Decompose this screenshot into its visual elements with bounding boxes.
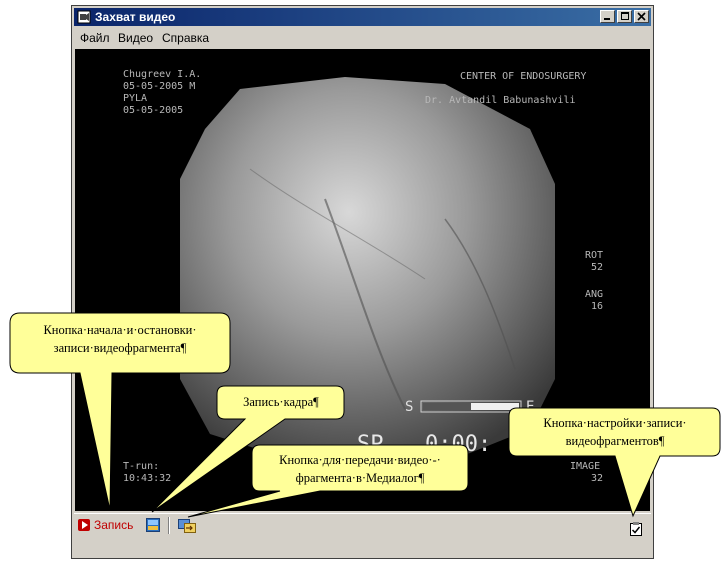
callout-record-text: Кнопка·начала·и·остановки· записи·видеоф… <box>43 323 197 355</box>
record-label: Запись <box>94 518 134 532</box>
window-controls <box>598 10 649 24</box>
minimize-button[interactable] <box>600 10 615 23</box>
overlay-center: CENTER OF ENDOSURGERY <box>460 71 586 82</box>
overlay-site: PYLA <box>123 93 147 104</box>
overlay-rot-label: ROT <box>585 250 603 261</box>
overlay-date: 05-05-2005 <box>123 105 183 116</box>
overlay-trun-value: 10:43:32 <box>123 473 171 484</box>
capture-toolbar: Запись <box>74 513 651 536</box>
toolbar-separator <box>168 517 170 534</box>
record-settings-button[interactable] <box>630 522 642 536</box>
menu-video[interactable]: Видео <box>118 31 153 45</box>
menu-file[interactable]: Файл <box>80 31 110 45</box>
maximize-icon <box>621 12 629 20</box>
maximize-button[interactable] <box>617 10 632 23</box>
snapshot-frame-button[interactable] <box>146 518 160 532</box>
menu-help[interactable]: Справка <box>162 31 209 45</box>
minimize-icon <box>604 18 610 20</box>
overlay-e-label: E <box>526 399 534 415</box>
overlay-rot-value: 52 <box>591 262 603 273</box>
send-to-medialog-button[interactable] <box>178 517 196 533</box>
callout-send-text: Кнопка·для·передачи·видео·-· фрагмента·в… <box>279 453 441 485</box>
callout-frame-text: Запись·кадра¶ <box>243 395 319 409</box>
callout-settings-text: Кнопка·настройки·записи· видеофрагментов… <box>543 416 687 448</box>
overlay-patient-name: Chugreev I.A. <box>123 69 201 80</box>
overlay-trun-label: T-run: <box>123 461 159 472</box>
menu-bar: Файл Видео Справка <box>74 28 651 48</box>
title-bar[interactable]: Захват видео <box>74 8 651 26</box>
window-title: Захват видео <box>95 10 176 24</box>
overlay-ang-value: 16 <box>591 301 603 312</box>
close-button[interactable] <box>634 10 649 23</box>
close-icon <box>637 12 646 21</box>
camera-app-icon <box>77 10 91 24</box>
overlay-doctor: Dr. Avtandil Babunashvili <box>425 95 576 106</box>
overlay-image-value: 32 <box>591 473 603 484</box>
overlay-date-sex: 05-05-2005 M <box>123 81 195 92</box>
record-play-icon <box>78 519 90 531</box>
overlay-ang-label: ANG <box>585 289 603 300</box>
overlay-s-label: S <box>405 399 413 415</box>
overlay-image-label: IMAGE <box>570 461 600 472</box>
